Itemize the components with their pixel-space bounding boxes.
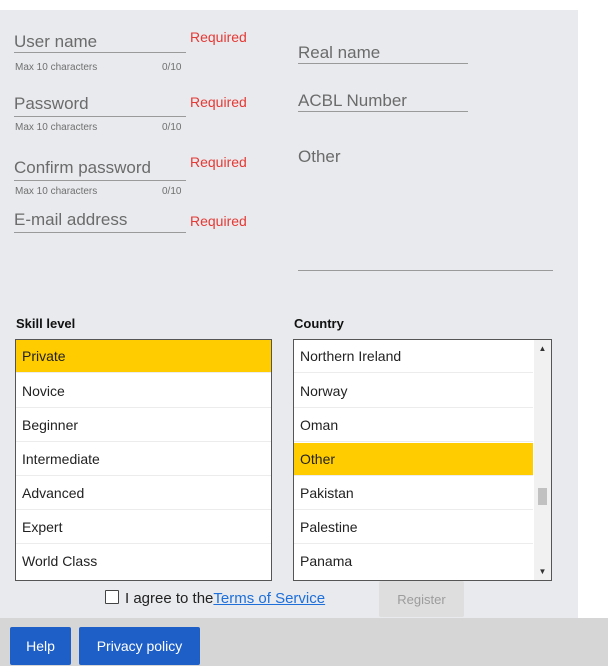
skill-level-option-label: World Class: [22, 553, 98, 569]
terms-of-service-link[interactable]: Terms of Service: [213, 590, 325, 607]
skill-level-option[interactable]: Novice: [16, 375, 271, 408]
email-required: Required: [190, 213, 247, 229]
register-button[interactable]: Register: [379, 581, 464, 617]
real-name-underline: [298, 63, 468, 64]
country-option-label: Panama: [300, 553, 353, 569]
privacy-policy-button[interactable]: Privacy policy: [79, 627, 200, 665]
skill-level-option[interactable]: Private: [16, 340, 271, 373]
username-counter: 0/10: [162, 62, 182, 73]
country-option[interactable]: Other: [294, 443, 533, 476]
scroll-up-icon[interactable]: ▲: [534, 340, 551, 357]
confirm-password-field[interactable]: Confirm password Max 10 characters 0/10 …: [14, 154, 254, 204]
password-required: Required: [190, 94, 247, 110]
terms-checkbox[interactable]: [105, 590, 119, 604]
real-name-label: Real name: [298, 43, 381, 62]
skill-level-option-label: Intermediate: [22, 451, 100, 467]
other-label: Other: [298, 147, 341, 166]
other-underline: [298, 270, 553, 271]
skill-level-option-label: Advanced: [22, 485, 85, 501]
country-scrollbar[interactable]: ▲ ▼: [534, 340, 551, 580]
country-option-label: Palestine: [300, 519, 358, 535]
username-label: User name: [14, 32, 98, 51]
country-option[interactable]: Pakistan: [294, 477, 533, 510]
username-field[interactable]: User name Max 10 characters 0/10 Require…: [14, 28, 254, 76]
country-option-label: Northern Ireland: [300, 348, 402, 364]
country-option-label: Norway: [300, 383, 348, 399]
acbl-number-field[interactable]: ACBL Number: [298, 89, 468, 115]
country-option[interactable]: Oman: [294, 409, 533, 442]
skill-level-option[interactable]: Beginner: [16, 409, 271, 442]
help-button[interactable]: Help: [10, 627, 71, 665]
country-option-label: Pakistan: [300, 485, 354, 501]
skill-level-listbox[interactable]: Private Novice Beginner Intermediate Adv…: [15, 339, 272, 581]
username-required: Required: [190, 29, 247, 45]
skill-level-option-label: Novice: [22, 383, 65, 399]
confirm-password-counter: 0/10: [162, 186, 182, 197]
country-label: Country: [294, 316, 344, 331]
password-hint: Max 10 characters: [15, 122, 98, 133]
confirm-password-label: Confirm password: [14, 158, 151, 177]
skill-level-option-label: Expert: [22, 519, 63, 535]
password-label: Password: [14, 94, 89, 113]
skill-level-option[interactable]: World Class: [16, 545, 271, 578]
real-name-field[interactable]: Real name: [298, 41, 468, 67]
skill-level-option[interactable]: Intermediate: [16, 443, 271, 476]
country-option-label: Oman: [300, 417, 339, 433]
password-underline: [14, 116, 186, 117]
email-underline: [14, 232, 186, 233]
skill-level-label: Skill level: [16, 316, 76, 331]
acbl-number-label: ACBL Number: [298, 91, 407, 110]
country-option[interactable]: Norway: [294, 375, 533, 408]
email-field[interactable]: E-mail address Required: [14, 210, 254, 240]
acbl-number-underline: [298, 111, 468, 112]
confirm-password-required: Required: [190, 154, 247, 170]
country-option[interactable]: Palestine: [294, 511, 533, 544]
skill-level-option-label: Private: [22, 348, 66, 364]
password-counter: 0/10: [162, 122, 182, 133]
country-listbox[interactable]: Northern Ireland Norway Oman Other Pakis…: [293, 339, 552, 581]
email-label: E-mail address: [14, 210, 128, 229]
terms-text: I agree to the: [125, 590, 214, 607]
scroll-thumb[interactable]: [538, 488, 547, 505]
confirm-password-hint: Max 10 characters: [15, 186, 98, 197]
terms-agreement: I agree to theTerms of Service: [105, 590, 325, 610]
other-field[interactable]: Other: [298, 145, 553, 273]
country-option[interactable]: Northern Ireland: [294, 340, 533, 373]
skill-level-option[interactable]: Advanced: [16, 477, 271, 510]
confirm-password-underline: [14, 180, 186, 181]
username-hint: Max 10 characters: [15, 62, 98, 73]
country-option-label: Other: [300, 451, 336, 467]
password-field[interactable]: Password Max 10 characters 0/10 Required: [14, 92, 254, 140]
skill-level-option-label: Beginner: [22, 417, 79, 433]
skill-level-option[interactable]: Expert: [16, 511, 271, 544]
country-option[interactable]: Panama: [294, 545, 533, 578]
scroll-down-icon[interactable]: ▼: [534, 563, 551, 580]
username-underline: [14, 52, 186, 53]
footer-bar: Help Privacy policy: [0, 618, 608, 666]
